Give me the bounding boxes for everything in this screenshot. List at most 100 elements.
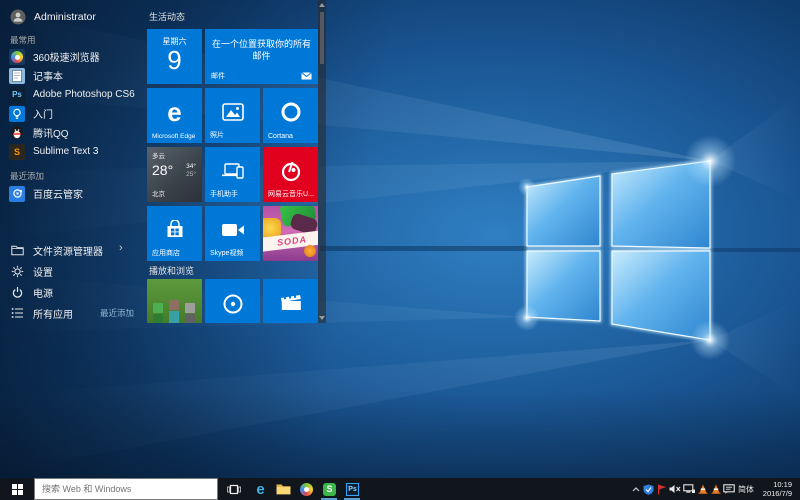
traffic-cone-icon bbox=[698, 484, 708, 494]
mail-message: 在一个位置获取你的所有邮件 bbox=[211, 38, 312, 62]
task-view-icon bbox=[227, 484, 241, 495]
scroll-up-arrow[interactable] bbox=[319, 3, 325, 7]
tile-groove-music[interactable] bbox=[205, 279, 260, 323]
power-icon bbox=[10, 285, 24, 299]
user-account[interactable]: Administrator bbox=[10, 7, 96, 27]
app-label: 百度云管家 bbox=[33, 186, 83, 201]
app-label: 腾讯QQ bbox=[33, 125, 69, 140]
taskbar-edge[interactable]: e bbox=[249, 478, 272, 500]
all-apps-label: 所有应用 bbox=[33, 306, 73, 321]
tile-cortana[interactable]: Cortana bbox=[263, 88, 318, 143]
tile-edge[interactable]: e Microsoft Edge bbox=[147, 88, 202, 143]
weather-high: 34° bbox=[186, 163, 196, 170]
recently-added-link[interactable]: 最近添加 bbox=[100, 307, 134, 319]
weather-low: 25° bbox=[186, 171, 196, 178]
tile-candy-crush[interactable]: SODA bbox=[263, 206, 318, 261]
chevron-right-icon[interactable]: › bbox=[119, 242, 123, 254]
tray-thunder[interactable] bbox=[655, 478, 668, 500]
notepad-icon bbox=[9, 68, 25, 84]
tile-minecraft[interactable] bbox=[147, 279, 202, 323]
tray-vlc-2[interactable] bbox=[709, 478, 722, 500]
app-item-baidu-cloud[interactable]: 百度云管家 bbox=[0, 184, 147, 203]
most-used-label: 最常用 bbox=[10, 34, 36, 46]
app-item-get-started[interactable]: 入门 bbox=[0, 104, 147, 123]
chevron-up-icon bbox=[632, 487, 640, 492]
app-item-qq[interactable]: 腾讯QQ bbox=[0, 123, 147, 142]
weather-temp: 28° bbox=[152, 162, 173, 178]
traffic-cone-icon bbox=[711, 484, 721, 494]
tile-movies-tv[interactable] bbox=[263, 279, 318, 323]
weather-condition: 多云 bbox=[152, 150, 165, 160]
scroll-down-arrow[interactable] bbox=[319, 316, 325, 320]
taskbar-photoshop[interactable]: Ps bbox=[341, 478, 364, 500]
file-explorer-icon bbox=[10, 243, 24, 257]
message-bubble-icon bbox=[723, 484, 735, 494]
tile-phone-companion[interactable]: 手机助手 bbox=[205, 147, 260, 202]
tile-store[interactable]: 应用商店 bbox=[147, 206, 202, 261]
app-item-photoshop[interactable]: Ps Adobe Photoshop CS6 bbox=[0, 85, 147, 104]
power-label: 电源 bbox=[33, 285, 53, 300]
task-view-button[interactable] bbox=[222, 478, 246, 500]
taskbar-sublime[interactable]: S bbox=[318, 478, 341, 500]
clock-date: 2016/7/9 bbox=[755, 489, 792, 498]
tray-network[interactable] bbox=[682, 478, 695, 500]
tile-group-life-title: 生活动态 bbox=[149, 10, 185, 23]
sublime-text-icon: S bbox=[9, 144, 25, 160]
tile-mail[interactable]: 在一个位置获取你的所有邮件 邮件 bbox=[205, 29, 318, 84]
start-button[interactable] bbox=[0, 478, 34, 500]
start-menu-scrollbar[interactable] bbox=[318, 0, 326, 323]
tile-calendar[interactable]: 星期六 9 bbox=[147, 29, 202, 84]
store-bag-icon bbox=[165, 220, 185, 239]
file-explorer-label: 文件资源管理器 bbox=[33, 243, 103, 258]
cortana-ring-icon bbox=[280, 101, 302, 123]
photoshop-icon: Ps bbox=[9, 87, 25, 103]
minecraft-artwork bbox=[147, 279, 202, 323]
taskbar-file-explorer[interactable] bbox=[272, 478, 295, 500]
phone-companion-label: 手机助手 bbox=[210, 189, 238, 199]
gear-icon bbox=[10, 264, 24, 278]
taskbar-search[interactable] bbox=[34, 478, 218, 500]
weather-city: 北京 bbox=[152, 188, 165, 198]
clock-time: 10:19 bbox=[755, 480, 792, 489]
app-item-notepad[interactable]: 记事本 bbox=[0, 66, 147, 85]
speaker-mute-icon bbox=[669, 484, 681, 494]
tile-photos[interactable]: 照片 bbox=[205, 88, 260, 143]
mail-label: 邮件 bbox=[211, 71, 225, 81]
store-label: 应用商店 bbox=[152, 248, 180, 258]
power-item[interactable]: 电源 bbox=[0, 282, 147, 302]
file-explorer-item[interactable]: 文件资源管理器 › bbox=[0, 240, 147, 260]
taskbar-clock[interactable]: 10:19 2016/7/9 bbox=[755, 478, 795, 500]
netease-music-label: 网易云音乐U... bbox=[268, 189, 314, 199]
envelope-icon bbox=[301, 72, 312, 80]
tile-netease-music[interactable]: 网易云音乐U... bbox=[263, 147, 318, 202]
taskbar-360-browser[interactable] bbox=[295, 478, 318, 500]
ethernet-monitor-icon bbox=[683, 484, 695, 494]
tile-group-play-title: 播放和浏览 bbox=[149, 264, 194, 277]
all-apps-item[interactable]: 所有应用 最近添加 bbox=[0, 303, 147, 323]
360-browser-icon bbox=[300, 483, 313, 496]
user-avatar-icon bbox=[10, 9, 26, 25]
search-input[interactable] bbox=[35, 479, 217, 499]
tray-360-safety[interactable] bbox=[642, 478, 655, 500]
tray-volume-muted[interactable] bbox=[668, 478, 681, 500]
folder-icon bbox=[276, 483, 291, 495]
tile-grid: 生活动态 星期六 9 在一个位置获取你的所有邮件 邮件 e Microsoft … bbox=[147, 0, 318, 323]
tile-skype-video[interactable]: Skype视频 bbox=[205, 206, 260, 261]
user-name: Administrator bbox=[34, 11, 96, 23]
windows-logo-icon bbox=[12, 484, 23, 495]
360-browser-icon bbox=[9, 49, 25, 65]
recently-added-label: 最近添加 bbox=[10, 170, 44, 182]
app-item-360-browser[interactable]: 360极速浏览器 bbox=[0, 47, 147, 66]
scrollbar-thumb[interactable] bbox=[320, 12, 324, 64]
app-item-sublime[interactable]: S Sublime Text 3 bbox=[0, 142, 147, 161]
candy-crush-artwork: SODA bbox=[263, 206, 318, 261]
skype-video-label: Skype视频 bbox=[210, 248, 243, 258]
settings-item[interactable]: 设置 bbox=[0, 261, 147, 281]
input-language-indicator[interactable]: 简体 bbox=[736, 478, 756, 500]
tray-show-hidden-icons[interactable] bbox=[629, 478, 642, 500]
tile-weather[interactable]: 多云 28° 34° 25° 北京 bbox=[147, 147, 202, 202]
tray-action-center[interactable] bbox=[722, 478, 735, 500]
tray-vlc-1[interactable] bbox=[696, 478, 709, 500]
shield-icon bbox=[643, 484, 654, 495]
get-started-bulb-icon bbox=[9, 106, 25, 122]
